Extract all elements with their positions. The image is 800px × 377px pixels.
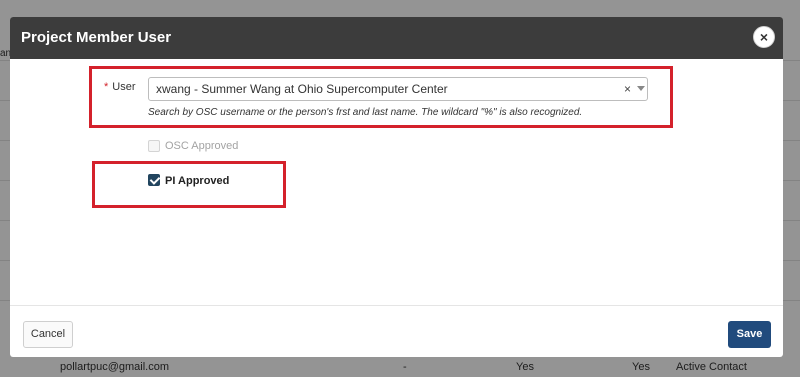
cancel-button[interactable]: Cancel bbox=[23, 321, 73, 348]
highlight-box-pi-approved bbox=[92, 161, 286, 208]
highlight-box-user bbox=[89, 66, 673, 128]
modal-header: Project Member User × bbox=[10, 17, 783, 59]
osc-approved-label: OSC Approved bbox=[165, 140, 239, 152]
close-icon[interactable]: × bbox=[753, 26, 775, 48]
modal-footer-divider bbox=[10, 305, 783, 306]
save-button[interactable]: Save bbox=[728, 321, 771, 348]
osc-approved-checkbox bbox=[148, 140, 160, 152]
modal-title: Project Member User bbox=[21, 29, 172, 46]
project-member-user-modal: Project Member User × * User xwang - Summ… bbox=[10, 17, 783, 357]
